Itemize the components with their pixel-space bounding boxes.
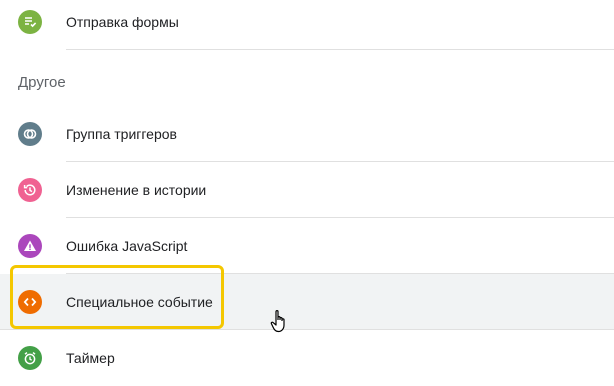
- trigger-item-timer[interactable]: Таймер: [0, 330, 614, 386]
- trigger-item-label: Таймер: [66, 350, 115, 366]
- form-submit-icon: [18, 10, 42, 34]
- trigger-item-label: Специальное событие: [66, 294, 213, 310]
- trigger-group-icon: [18, 122, 42, 146]
- js-error-icon: [18, 234, 42, 258]
- timer-icon: [18, 346, 42, 370]
- trigger-item-js-error[interactable]: Ошибка JavaScript: [0, 218, 614, 274]
- trigger-item-history-change[interactable]: Изменение в истории: [0, 162, 614, 218]
- trigger-item-label: Ошибка JavaScript: [66, 238, 188, 254]
- trigger-item-label: Группа триггеров: [66, 126, 177, 142]
- custom-event-icon: [18, 290, 42, 314]
- divider: [66, 49, 614, 50]
- trigger-item-label: Изменение в истории: [66, 182, 207, 198]
- section-title-other: Другое: [18, 74, 66, 91]
- trigger-item-form-submit[interactable]: Отправка формы: [0, 0, 614, 50]
- trigger-item-trigger-group[interactable]: Группа триггеров: [0, 106, 614, 162]
- hand-cursor-icon: [270, 310, 285, 333]
- history-change-icon: [18, 178, 42, 202]
- trigger-item-label: Отправка формы: [66, 14, 179, 30]
- trigger-item-custom-event[interactable]: Специальное событие: [0, 274, 614, 330]
